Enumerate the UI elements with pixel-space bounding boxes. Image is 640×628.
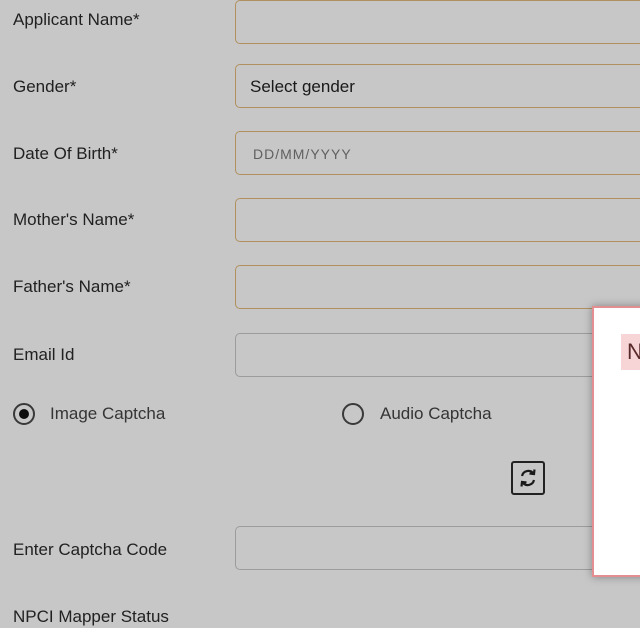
modal-dialog: N [592, 306, 640, 577]
modal-backdrop[interactable] [0, 0, 640, 628]
modal-heading: N [621, 334, 640, 370]
